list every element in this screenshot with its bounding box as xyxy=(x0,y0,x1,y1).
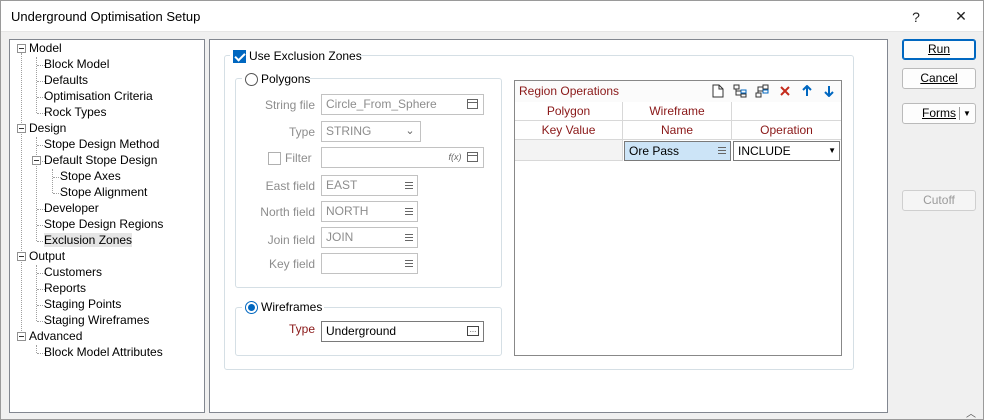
list-icon[interactable] xyxy=(718,147,726,154)
use-exclusion-zones-checkbox[interactable] xyxy=(233,50,246,63)
wireframe-type-label: Type xyxy=(288,322,315,336)
type-select[interactable]: STRING ⌄ xyxy=(321,121,421,142)
new-row-icon[interactable] xyxy=(711,84,725,98)
header-polygon: Polygon xyxy=(515,102,623,121)
header-blank xyxy=(732,102,841,121)
forms-button[interactable]: Forms ▼ xyxy=(902,103,976,124)
operation-select[interactable]: INCLUDE ▼ xyxy=(733,141,840,161)
wireframes-radio[interactable] xyxy=(245,301,258,314)
list-icon[interactable] xyxy=(405,260,413,267)
filter-checkbox[interactable] xyxy=(268,152,281,165)
browse-icon[interactable]: ... xyxy=(467,326,479,336)
collapse-output-icon[interactable] xyxy=(17,252,26,261)
tree-item-staging-wireframes[interactable]: Staging Wireframes xyxy=(44,312,149,328)
title-bar: Underground Optimisation Setup ? ✕ xyxy=(1,1,983,32)
tree-item-optimisation-criteria[interactable]: Optimisation Criteria xyxy=(44,88,153,104)
join-field-input[interactable]: JOIN xyxy=(321,227,418,248)
string-file-label: String file xyxy=(264,98,315,112)
tree-item-default-stope-design[interactable]: Default Stope Design xyxy=(44,152,157,168)
tree-item-stope-design-regions[interactable]: Stope Design Regions xyxy=(44,216,163,232)
list-icon[interactable] xyxy=(405,182,413,189)
collapse-default-stope-design-icon[interactable] xyxy=(32,156,41,165)
tree-item-stope-axes[interactable]: Stope Axes xyxy=(60,168,121,184)
wireframes-label: Wireframes xyxy=(261,300,323,314)
cancel-button[interactable]: Cancel xyxy=(902,68,976,89)
tree-item-exclusion-zones[interactable]: Exclusion Zones xyxy=(44,232,133,248)
tree-item-rock-types[interactable]: Rock Types xyxy=(44,104,106,120)
tree-item-block-model-attributes[interactable]: Block Model Attributes xyxy=(44,344,163,360)
exclusion-zones-panel: Use Exclusion Zones Polygons String file… xyxy=(209,39,888,413)
filter-table-icon[interactable] xyxy=(467,152,478,162)
append-row-icon[interactable] xyxy=(755,84,769,98)
key-field-input[interactable] xyxy=(321,253,418,274)
run-button[interactable]: Run xyxy=(902,39,976,60)
chevron-down-icon: ⌄ xyxy=(405,125,415,137)
header-key-value[interactable]: Key Value xyxy=(515,121,623,140)
collapse-advanced-icon[interactable] xyxy=(17,332,26,341)
help-button[interactable]: ? xyxy=(893,1,939,32)
collapse-model-icon[interactable] xyxy=(17,44,26,53)
polygons-label: Polygons xyxy=(261,72,311,86)
move-down-icon[interactable] xyxy=(822,84,836,98)
region-operations-title: Region Operations xyxy=(519,84,620,98)
tree-item-developer[interactable]: Developer xyxy=(44,200,99,216)
string-file-field[interactable]: Circle_From_Sphere xyxy=(321,94,484,115)
cutoff-button[interactable]: Cutoff xyxy=(902,190,976,211)
navigation-tree: Model Block Model Defaults Optimisation … xyxy=(9,39,205,413)
function-icon[interactable]: f(x) xyxy=(447,150,463,164)
wireframe-name-cell[interactable]: Ore Pass xyxy=(624,141,731,161)
filter-label: Filter xyxy=(285,151,312,165)
north-field-label: North field xyxy=(260,205,315,219)
east-field-label: East field xyxy=(265,179,315,193)
move-up-icon[interactable] xyxy=(800,84,814,98)
join-field-label: Join field xyxy=(267,233,315,247)
region-operations-grid: Region Operations Polygon Wireframe Key … xyxy=(514,80,842,356)
file-browse-icon[interactable] xyxy=(467,99,478,109)
filter-field[interactable]: f(x) xyxy=(321,147,484,168)
insert-row-icon[interactable] xyxy=(733,84,747,98)
collapse-design-icon[interactable] xyxy=(17,124,26,133)
list-icon[interactable] xyxy=(405,234,413,241)
header-operation[interactable]: Operation xyxy=(732,121,841,140)
key-value-cell[interactable] xyxy=(515,140,623,161)
region-operations-toolbar: Region Operations xyxy=(515,81,841,102)
header-name[interactable]: Name xyxy=(623,121,732,140)
tree-item-block-model[interactable]: Block Model xyxy=(44,56,109,72)
tree-item-stope-alignment[interactable]: Stope Alignment xyxy=(60,184,147,200)
north-field-input[interactable]: NORTH xyxy=(321,201,418,222)
use-exclusion-zones-label: Use Exclusion Zones xyxy=(249,49,362,63)
tree-item-design[interactable]: Design xyxy=(29,120,66,136)
tree-item-customers[interactable]: Customers xyxy=(44,264,102,280)
tree-item-staging-points[interactable]: Staging Points xyxy=(44,296,121,312)
tree-item-advanced[interactable]: Advanced xyxy=(29,328,82,344)
dialog-window: Underground Optimisation Setup ? ✕ Model… xyxy=(0,0,984,420)
header-wireframe: Wireframe xyxy=(623,102,732,121)
wireframe-type-field[interactable]: Underground ... xyxy=(321,321,484,342)
east-field-input[interactable]: EAST xyxy=(321,175,418,196)
dropdown-arrow-icon[interactable]: ▼ xyxy=(828,142,836,160)
tree-item-output[interactable]: Output xyxy=(29,248,65,264)
close-button[interactable]: ✕ xyxy=(938,1,984,32)
tree-item-reports[interactable]: Reports xyxy=(44,280,86,296)
key-field-label: Key field xyxy=(268,257,315,271)
type-label: Type xyxy=(288,125,315,139)
collapse-up-icon[interactable]: ︿ xyxy=(966,405,976,420)
tree-item-model[interactable]: Model xyxy=(29,40,62,56)
forms-dropdown-icon[interactable]: ▼ xyxy=(963,104,971,123)
polygons-radio[interactable] xyxy=(245,73,258,86)
list-icon[interactable] xyxy=(405,208,413,215)
tree-item-defaults[interactable]: Defaults xyxy=(44,72,88,88)
delete-row-icon[interactable] xyxy=(778,84,792,98)
window-title: Underground Optimisation Setup xyxy=(11,9,201,24)
tree-item-stope-design-method[interactable]: Stope Design Method xyxy=(44,136,159,152)
